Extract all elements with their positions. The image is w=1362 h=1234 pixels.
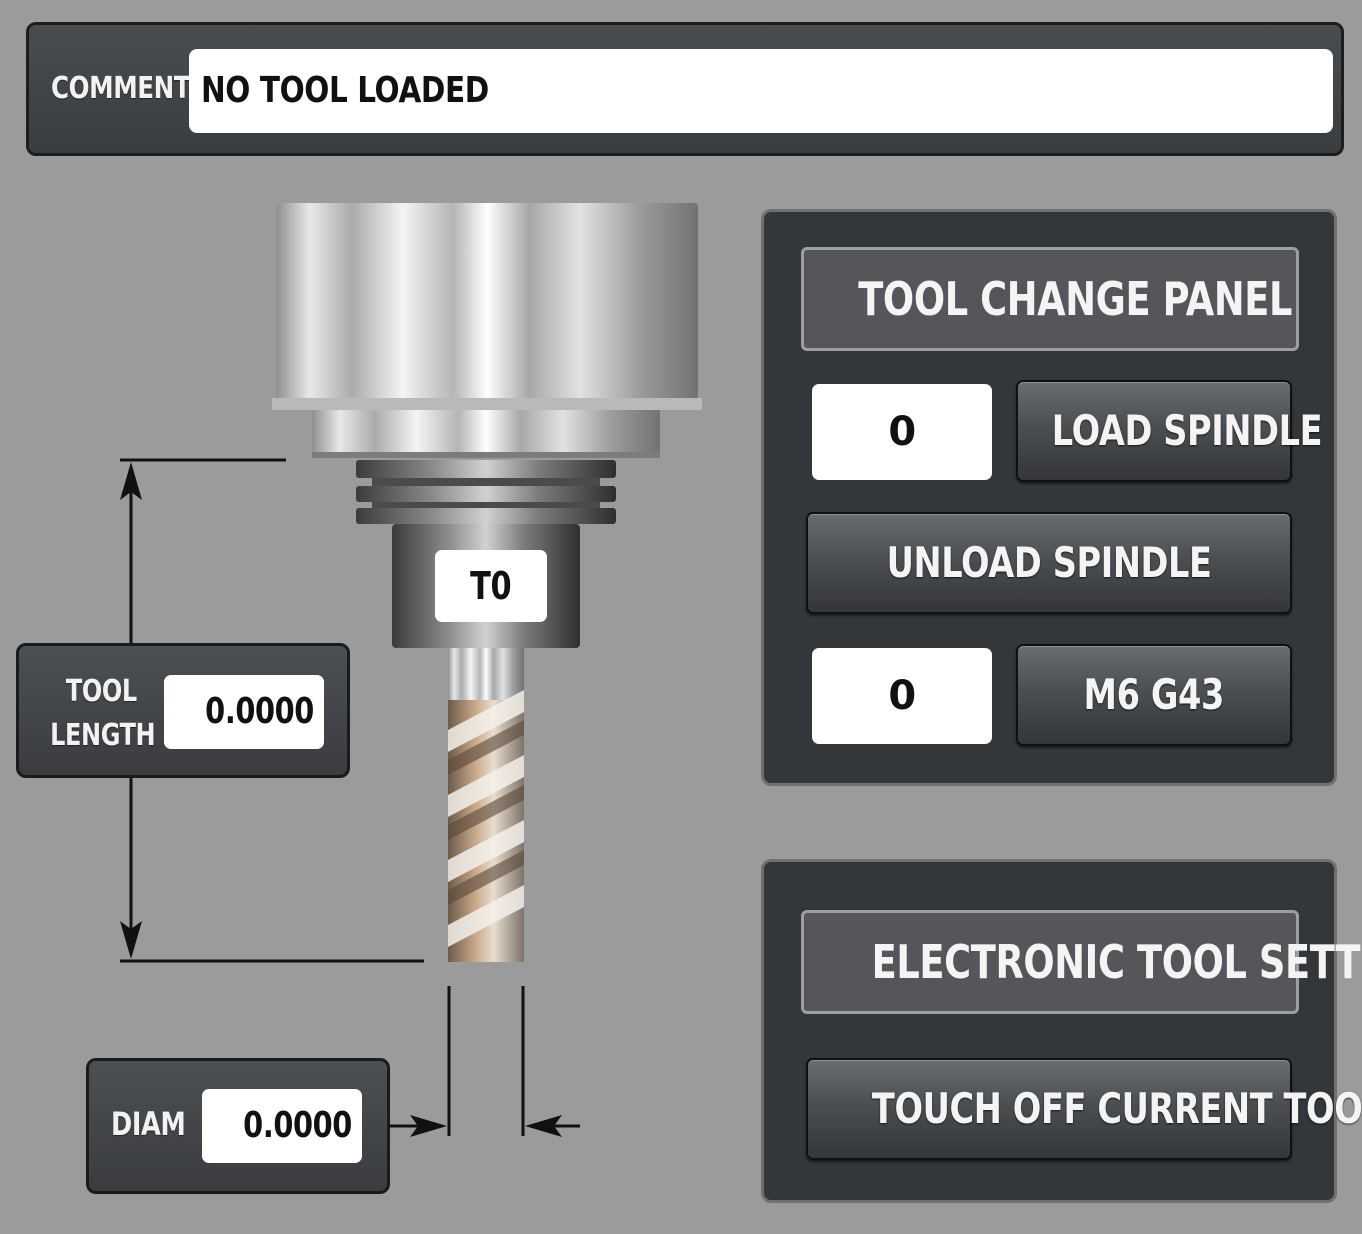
diameter-field[interactable]: 0.0000 — [202, 1089, 362, 1163]
diameter-dimension-graphic — [390, 986, 580, 1136]
diameter-value: 0.0000 — [243, 1105, 352, 1146]
tool-change-panel-title: TOOL CHANGE PANEL — [801, 247, 1299, 351]
tool-length-value: 0.0000 — [205, 691, 314, 732]
unload-spindle-button[interactable]: UNLOAD SPINDLE — [806, 512, 1292, 614]
tool-number-badge: T0 — [435, 550, 547, 622]
tool-change-panel: TOOL CHANGE PANEL 0 LOAD SPINDLE UNLOAD … — [761, 209, 1337, 786]
tool-setter-panel-title: ELECTRONIC TOOL SETTER — [801, 910, 1362, 1014]
tool-setter-panel: ELECTRONIC TOOL SETTER TOUCH OFF CURRENT… — [761, 859, 1362, 1203]
tool-illustration — [120, 203, 702, 1137]
load-spindle-button[interactable]: LOAD SPINDLE — [1016, 380, 1323, 482]
tool-length-label: TOOL LENGTH — [50, 674, 156, 753]
m6-tool-number-input[interactable]: 0 — [812, 648, 992, 744]
load-tool-number-input[interactable]: 0 — [812, 384, 992, 480]
tool-length-box: TOOL LENGTH 0.0000 — [16, 643, 350, 778]
tool-length-field[interactable]: 0.0000 — [164, 675, 324, 749]
diameter-box: DIAM 0.0000 — [86, 1058, 390, 1194]
diameter-label: DIAM — [111, 1105, 186, 1143]
tool-number-text: T0 — [470, 564, 512, 608]
touch-off-current-tool-button[interactable]: TOUCH OFF CURRENT TOOL — [806, 1058, 1362, 1160]
m6-g43-button[interactable]: M6 G43 — [1016, 644, 1292, 746]
end-mill-graphic — [448, 648, 524, 962]
